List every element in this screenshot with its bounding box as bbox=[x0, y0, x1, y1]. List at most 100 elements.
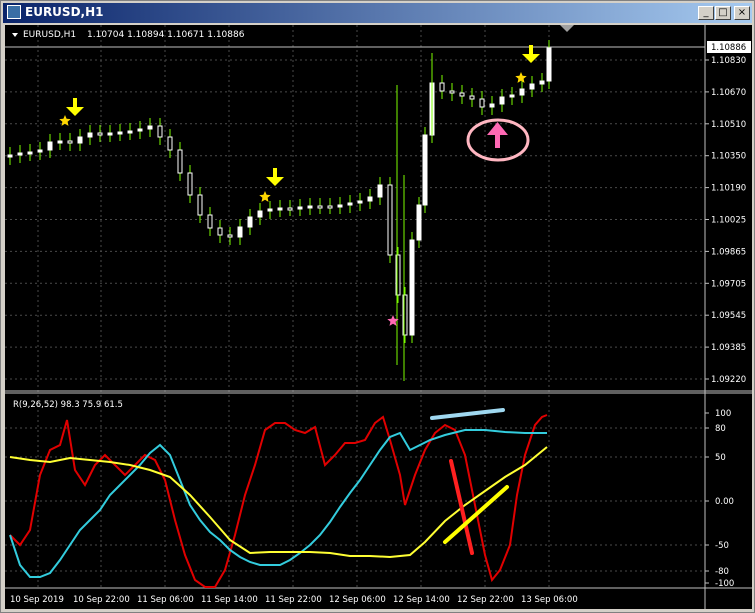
price-axis: 1.10830 1.10670 1.10510 1.10350 1.10190 1.100… bbox=[705, 56, 746, 385]
candle-body bbox=[17, 152, 23, 156]
price-tick-label: 1.10670 bbox=[711, 88, 746, 98]
chart-ohlc-label: 1.10704 1.10894 1.10671 1.10886 bbox=[87, 30, 245, 40]
candle-body bbox=[367, 196, 373, 202]
candle-body bbox=[409, 239, 415, 336]
indicator-tick-label: 100 bbox=[715, 409, 731, 419]
candle-body bbox=[479, 98, 485, 108]
candle-body bbox=[87, 132, 93, 138]
price-tick-label: 1.09385 bbox=[711, 343, 746, 353]
indicator-tick-label: 50 bbox=[715, 453, 726, 463]
candle-body bbox=[127, 130, 133, 134]
candle-body bbox=[207, 214, 213, 229]
indicator-tick-label: 0.00 bbox=[715, 497, 734, 507]
time-tick-label: 13 Sep 06:00 bbox=[521, 595, 578, 605]
candle-body bbox=[422, 134, 428, 206]
candle-body bbox=[337, 204, 343, 208]
price-tick-label: 1.09705 bbox=[711, 279, 746, 289]
candle-body bbox=[197, 194, 203, 216]
maximize-button[interactable]: □ bbox=[715, 6, 731, 20]
time-tick-label: 12 Sep 06:00 bbox=[329, 595, 386, 605]
chart-symbol-label: EURUSD,H1 bbox=[23, 30, 76, 40]
candle-body bbox=[257, 210, 263, 218]
candle-body bbox=[97, 132, 103, 136]
candle-body bbox=[499, 96, 505, 105]
time-tick-label: 12 Sep 14:00 bbox=[393, 595, 450, 605]
indicator-tick-label: 80 bbox=[715, 424, 726, 434]
candle-body bbox=[77, 136, 83, 144]
candle-body bbox=[489, 103, 495, 108]
annotation-blue-line bbox=[430, 408, 505, 420]
chart-window: EURUSD,H1 _ □ × EURUSD,H1 1.10704 1.1089… bbox=[0, 0, 755, 613]
candlesticks bbox=[7, 40, 552, 381]
time-axis: 10 Sep 2019 10 Sep 22:00 11 Sep 06:00 11 Se… bbox=[10, 595, 578, 605]
chart-menu-triangle-icon[interactable] bbox=[12, 33, 18, 37]
candle-body bbox=[307, 205, 313, 209]
signal-star-icon bbox=[515, 72, 527, 83]
candle-body bbox=[347, 202, 353, 206]
time-tick-label: 11 Sep 06:00 bbox=[137, 595, 194, 605]
price-tick-label: 1.10830 bbox=[711, 56, 746, 66]
candle-body bbox=[377, 184, 383, 198]
candle-body bbox=[117, 131, 123, 135]
candle-body bbox=[157, 125, 163, 138]
signal-star-icon bbox=[259, 191, 271, 202]
price-tick-label: 1.10510 bbox=[711, 120, 746, 130]
candle-body bbox=[519, 88, 525, 96]
candle-body bbox=[416, 204, 422, 241]
indicator-tick-label: -100 bbox=[715, 579, 734, 589]
candle-body bbox=[187, 172, 193, 196]
chart-grid bbox=[5, 25, 705, 588]
indicator-label: R(9,26,52) 98.3 75.9 61.5 bbox=[13, 400, 123, 410]
candle-body bbox=[387, 184, 393, 256]
candle-body bbox=[237, 226, 243, 238]
price-tick-label: 1.09220 bbox=[711, 375, 746, 385]
candle-body bbox=[469, 95, 475, 100]
candle-body bbox=[167, 136, 173, 151]
candle-body bbox=[7, 154, 13, 158]
candle-body bbox=[546, 47, 552, 82]
price-tick-label: 1.10350 bbox=[711, 152, 746, 162]
candle-body bbox=[107, 132, 113, 136]
sell-arrow-icon bbox=[522, 54, 540, 63]
candle-body bbox=[449, 90, 455, 94]
time-tick-label: 11 Sep 22:00 bbox=[265, 595, 322, 605]
title-bar[interactable]: EURUSD,H1 _ □ × bbox=[3, 3, 752, 23]
chart-shift-marker-icon[interactable] bbox=[560, 25, 574, 32]
candle-body bbox=[277, 207, 283, 211]
candle-body bbox=[57, 140, 63, 144]
window-title: EURUSD,H1 bbox=[25, 5, 104, 19]
candle-body bbox=[297, 206, 303, 210]
price-tick-label: 1.10190 bbox=[711, 184, 746, 194]
candle-body bbox=[327, 205, 333, 209]
time-tick-label: 10 Sep 2019 bbox=[10, 595, 64, 605]
candle-body bbox=[247, 216, 253, 228]
candle-body bbox=[67, 140, 73, 144]
candle-body bbox=[357, 200, 363, 204]
candle-body bbox=[147, 125, 153, 130]
candle-body bbox=[287, 207, 293, 211]
candle-body bbox=[459, 92, 465, 97]
close-button[interactable]: × bbox=[734, 6, 750, 20]
current-price-label: 1.10886 bbox=[711, 43, 746, 53]
candle-body bbox=[27, 151, 33, 155]
candle-body bbox=[439, 82, 445, 92]
candle-body bbox=[509, 94, 515, 98]
indicator-tick-label: -50 bbox=[715, 541, 729, 551]
candle-body bbox=[317, 205, 323, 209]
sell-arrow-icon bbox=[66, 107, 84, 116]
candle-body bbox=[539, 80, 545, 85]
candle-body bbox=[217, 227, 223, 236]
candle-body bbox=[47, 141, 53, 151]
chart-area[interactable]: EURUSD,H1 1.10704 1.10894 1.10671 1.1088… bbox=[5, 25, 752, 609]
chart-window-icon bbox=[7, 5, 21, 19]
candle-body bbox=[227, 234, 233, 238]
time-tick-label: 10 Sep 22:00 bbox=[73, 595, 130, 605]
sell-arrow-icon bbox=[266, 177, 284, 186]
indicator-axis: 100 80 50 0.00 -50 -80 -100 bbox=[705, 409, 734, 589]
time-tick-label: 11 Sep 14:00 bbox=[201, 595, 258, 605]
price-tick-label: 1.09865 bbox=[711, 247, 746, 257]
minimize-button[interactable]: _ bbox=[698, 6, 714, 20]
price-tick-label: 1.10025 bbox=[711, 216, 746, 226]
candle-body bbox=[267, 208, 273, 212]
price-tick-label: 1.09545 bbox=[711, 311, 746, 321]
